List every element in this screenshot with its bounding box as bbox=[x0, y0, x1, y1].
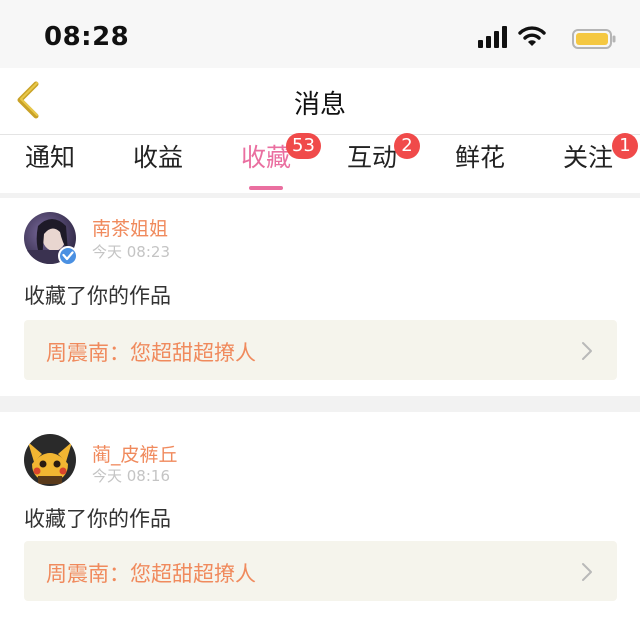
tab-label: 鲜花 bbox=[454, 143, 505, 172]
action-text: 收藏了你的作品 bbox=[24, 284, 171, 308]
notification-card: 蔺_皮裤丘 今天 08:16 收藏了你的作品 周震南：您超甜超撩人 bbox=[0, 412, 640, 631]
tab-earnings[interactable]: 收益 bbox=[108, 143, 208, 189]
work-title: 周震南：您超甜超撩人 bbox=[46, 341, 256, 365]
post-time: 今天 08:16 bbox=[92, 467, 170, 485]
tab-badge: 1 bbox=[612, 133, 638, 159]
tab-favorites[interactable]: 收藏 53 bbox=[216, 133, 321, 190]
user-avatar-image bbox=[24, 434, 76, 486]
chevron-right-icon bbox=[582, 342, 592, 360]
avatar[interactable] bbox=[24, 212, 78, 266]
action-text: 收藏了你的作品 bbox=[24, 507, 171, 531]
tab-notifications[interactable]: 通知 bbox=[0, 143, 100, 189]
tab-interactions[interactable]: 互动 2 bbox=[322, 133, 422, 189]
tab-label: 互动 bbox=[346, 143, 397, 172]
work-link[interactable]: 周震南：您超甜超撩人 bbox=[24, 541, 617, 601]
tab-badge: 53 bbox=[286, 133, 321, 159]
chevron-right-icon bbox=[582, 563, 592, 581]
tab-bar: 通知 收益 收藏 53 互动 2 鲜花 关注 1 bbox=[0, 133, 640, 193]
tab-follows[interactable]: 关注 1 bbox=[538, 133, 638, 189]
battery-icon bbox=[572, 29, 616, 49]
status-time: 08:28 bbox=[44, 22, 130, 52]
work-title: 周震南：您超甜超撩人 bbox=[46, 562, 256, 586]
tab-label: 收益 bbox=[132, 143, 183, 172]
status-bar: 08:28 bbox=[0, 0, 640, 68]
post-time: 今天 08:23 bbox=[92, 243, 170, 261]
tab-active-indicator bbox=[249, 186, 283, 190]
avatar[interactable] bbox=[24, 434, 76, 486]
page-title: 消息 bbox=[293, 90, 346, 120]
status-icons bbox=[456, 26, 616, 50]
verified-badge-icon bbox=[58, 246, 78, 266]
user-name[interactable]: 蔺_皮裤丘 bbox=[92, 440, 178, 467]
tab-badge: 2 bbox=[394, 133, 420, 159]
notification-card: 南茶姐姐 今天 08:23 收藏了你的作品 周震南：您超甜超撩人 bbox=[0, 198, 640, 396]
tab-label: 收藏 bbox=[240, 143, 291, 172]
tab-label: 关注 bbox=[562, 143, 613, 172]
tab-flowers[interactable]: 鲜花 bbox=[430, 143, 530, 189]
work-link[interactable]: 周震南：您超甜超撩人 bbox=[24, 320, 617, 380]
user-name[interactable]: 南茶姐姐 bbox=[92, 214, 168, 241]
nav-bar: 消息 bbox=[0, 68, 640, 135]
signal-icon bbox=[478, 26, 507, 48]
tab-label: 通知 bbox=[24, 143, 75, 172]
wifi-icon bbox=[518, 26, 546, 46]
